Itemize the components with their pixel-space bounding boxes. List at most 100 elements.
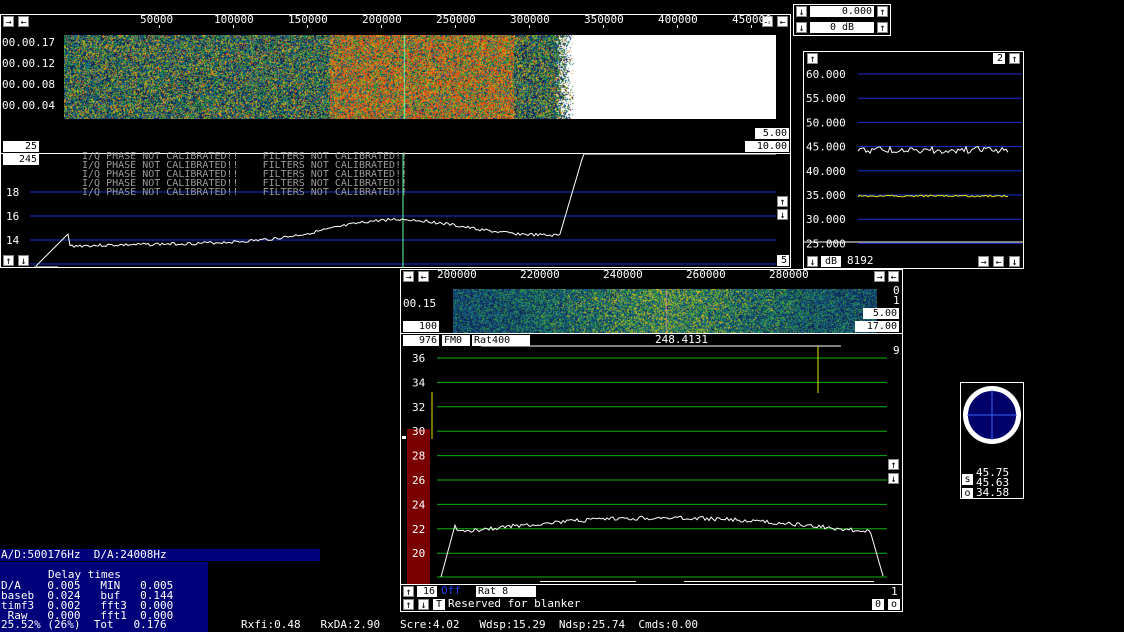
baseband-zero-box[interactable]: 5.00 xyxy=(863,308,899,319)
baseband-freq-tick-3: 260000 xyxy=(686,268,726,281)
wide-freq-tickmark xyxy=(603,25,604,28)
wide-spectrum-up-icon[interactable]: ↑ xyxy=(777,196,788,208)
baseband-left-arrow-icon-2[interactable]: ← xyxy=(888,271,899,283)
wide-freq-tick-0: 50000 xyxy=(140,13,174,26)
baseband-avg-box[interactable]: 100 xyxy=(403,321,439,332)
wide-freq-tickmark xyxy=(307,25,308,28)
blanker-zero-box[interactable]: 0 xyxy=(872,599,884,610)
level-y-label: 35.000 xyxy=(806,189,846,202)
level-y-label: 40.000 xyxy=(806,165,846,178)
delay-row-4: 25.52% (26%) Tot 0.176 xyxy=(1,618,167,631)
meter-s-button[interactable]: s xyxy=(962,474,973,485)
gain-up-icon[interactable]: ↑ xyxy=(877,6,888,18)
baseband-left-arrow-icon[interactable]: ← xyxy=(418,271,429,283)
meter-o-button[interactable]: o xyxy=(962,488,973,499)
bottom-level-line-right xyxy=(684,581,874,582)
baseband-bottom-divider xyxy=(400,584,903,585)
baseband-freq-tick-2: 240000 xyxy=(603,268,643,281)
level-graph-down-icon[interactable]: ↓ xyxy=(807,256,818,268)
wide-freq-tickmark xyxy=(233,25,234,28)
wide-spectrum-bottom-down-icon[interactable]: ↓ xyxy=(18,255,29,267)
wide-freq-tickmark xyxy=(381,25,382,28)
baseband-y-label: 34 xyxy=(412,376,426,389)
baseband-bottom-right-num: 1 xyxy=(891,585,898,598)
fft-size-label: 8192 xyxy=(847,254,874,267)
baseband-bottom-up-icon[interactable]: ↑ xyxy=(403,586,414,598)
level-graph-right-icon[interactable]: → xyxy=(978,256,989,268)
wide-y-label: 18 xyxy=(6,186,19,199)
polar-meter xyxy=(963,386,1021,444)
wide-time-label-1: 00.00.12 xyxy=(2,57,55,70)
db-up-icon[interactable]: ↑ xyxy=(877,22,888,34)
baseband-y-label: 28 xyxy=(412,450,425,463)
wide-freq-tickmark xyxy=(677,25,678,28)
wide-waterfall-zero-box[interactable]: 5.00 xyxy=(755,128,789,139)
wide-y-label: 16 xyxy=(6,210,19,223)
wide-time-label-2: 00.00.08 xyxy=(2,78,55,91)
o-button[interactable]: o xyxy=(888,599,900,610)
baseband-gain-box[interactable]: 17.00 xyxy=(855,321,899,332)
baseband-frequency-axis: 200000 220000 240000 260000 280000 xyxy=(432,269,872,283)
wide-waterfall-gain-box[interactable]: 10.00 xyxy=(745,141,789,152)
baseband-y-label: 22 xyxy=(412,523,425,536)
level-graph-left-icon[interactable]: ← xyxy=(993,256,1004,268)
baseband-spectrum[interactable]: 36 34 32 30 28 26 24 22 20 xyxy=(401,334,901,584)
level-y-label: 45.000 xyxy=(806,141,846,154)
level-graph[interactable]: 60.000 55.000 50.000 45.000 40.000 35.000 30.0… xyxy=(804,54,1023,254)
baseband-freq-tick-0: 200000 xyxy=(437,268,477,281)
gain-down-icon[interactable]: ↓ xyxy=(796,6,807,18)
wide-spectrum-bottom-up-icon[interactable]: ↑ xyxy=(3,255,14,267)
calibration-warning-line: I/Q PHASE NOT CALIBRATED!! FILTERS NOT C… xyxy=(82,187,408,198)
blanker-label: Reserved for blanker xyxy=(448,597,581,610)
wide-waterfall-time-labels: 00.00.17 00.00.12 00.00.08 00.00.04 xyxy=(2,35,62,119)
level-y-label: 60.000 xyxy=(806,68,846,81)
baseband-bottom-num-box[interactable]: 16 xyxy=(417,586,437,597)
baseband-right-mark-1: 1 xyxy=(893,294,900,307)
baseband-freq-tick-1: 220000 xyxy=(520,268,560,281)
bottom-level-line-left xyxy=(540,581,636,582)
wide-spectrum-bottom-box[interactable]: 5 xyxy=(777,255,789,266)
level-bar-marker xyxy=(402,436,406,439)
level-graph-unit-box[interactable]: dB xyxy=(821,256,841,267)
level-y-label: 25.000 xyxy=(806,237,846,250)
baseband-y-label: 20 xyxy=(412,547,425,560)
baseband-y-label: 32 xyxy=(412,401,425,414)
meter-value-2: 34.58 xyxy=(976,486,1010,499)
baseband-freq-tick-4: 280000 xyxy=(769,268,809,281)
baseband-spec-up-icon[interactable]: ↑ xyxy=(888,459,899,471)
baseband-y-label: 26 xyxy=(412,474,425,487)
bottom-rate-box[interactable]: Rat 8 xyxy=(476,586,536,597)
level-y-label: 30.000 xyxy=(806,213,846,226)
scroll-right-icon[interactable]: ← xyxy=(777,16,788,28)
baseband-right-arrow-icon-2[interactable]: → xyxy=(874,271,885,283)
level-graph-down-right-icon[interactable]: ↓ xyxy=(1009,256,1020,268)
wide-waterfall[interactable] xyxy=(64,35,776,119)
wide-freq-tickmark xyxy=(751,25,752,28)
baseband-y-label: 30 xyxy=(412,425,425,438)
wide-waterfall-avg-box[interactable]: 25 xyxy=(3,141,39,152)
baseband-bottom2-down-icon[interactable]: ↓ xyxy=(418,599,429,611)
db-value-box[interactable]: 0 dB xyxy=(810,22,874,33)
baseband-bottom2-up-icon[interactable]: ↑ xyxy=(403,599,414,611)
wide-freq-tickmark xyxy=(159,25,160,28)
baseband-time-label: 00.15 xyxy=(403,297,437,310)
ad-da-rates: A/D:500176Hz D/A:24008Hz xyxy=(1,548,167,561)
wide-time-label-0: 00.00.17 xyxy=(2,36,55,49)
t-button[interactable]: T xyxy=(433,599,445,610)
level-y-label: 50.000 xyxy=(806,116,846,129)
baseband-spec-down-icon[interactable]: ↓ xyxy=(888,473,899,485)
wide-spectrum-down-icon[interactable]: ↓ xyxy=(777,209,788,221)
scroll-left-arrow-icon[interactable]: → xyxy=(3,16,14,28)
baseband-y-label: 36 xyxy=(412,352,425,365)
wide-freq-tickmark xyxy=(529,25,530,28)
baseband-right-arrow-icon[interactable]: → xyxy=(403,271,414,283)
timing-status-line: Rxfi:0.48 RxDA:2.90 Scre:4.02 Wdsp:15.29… xyxy=(241,618,698,631)
db-down-icon[interactable]: ↓ xyxy=(796,22,807,34)
scroll-left-icon[interactable]: ← xyxy=(18,16,29,28)
wide-y-label: 14 xyxy=(6,234,20,247)
baseband-waterfall[interactable] xyxy=(453,289,877,333)
off-label[interactable]: Off xyxy=(441,585,461,597)
level-trace-white xyxy=(857,145,1009,155)
level-y-label: 55.000 xyxy=(806,92,846,105)
gain-value-box[interactable]: 0.000 xyxy=(810,6,874,17)
